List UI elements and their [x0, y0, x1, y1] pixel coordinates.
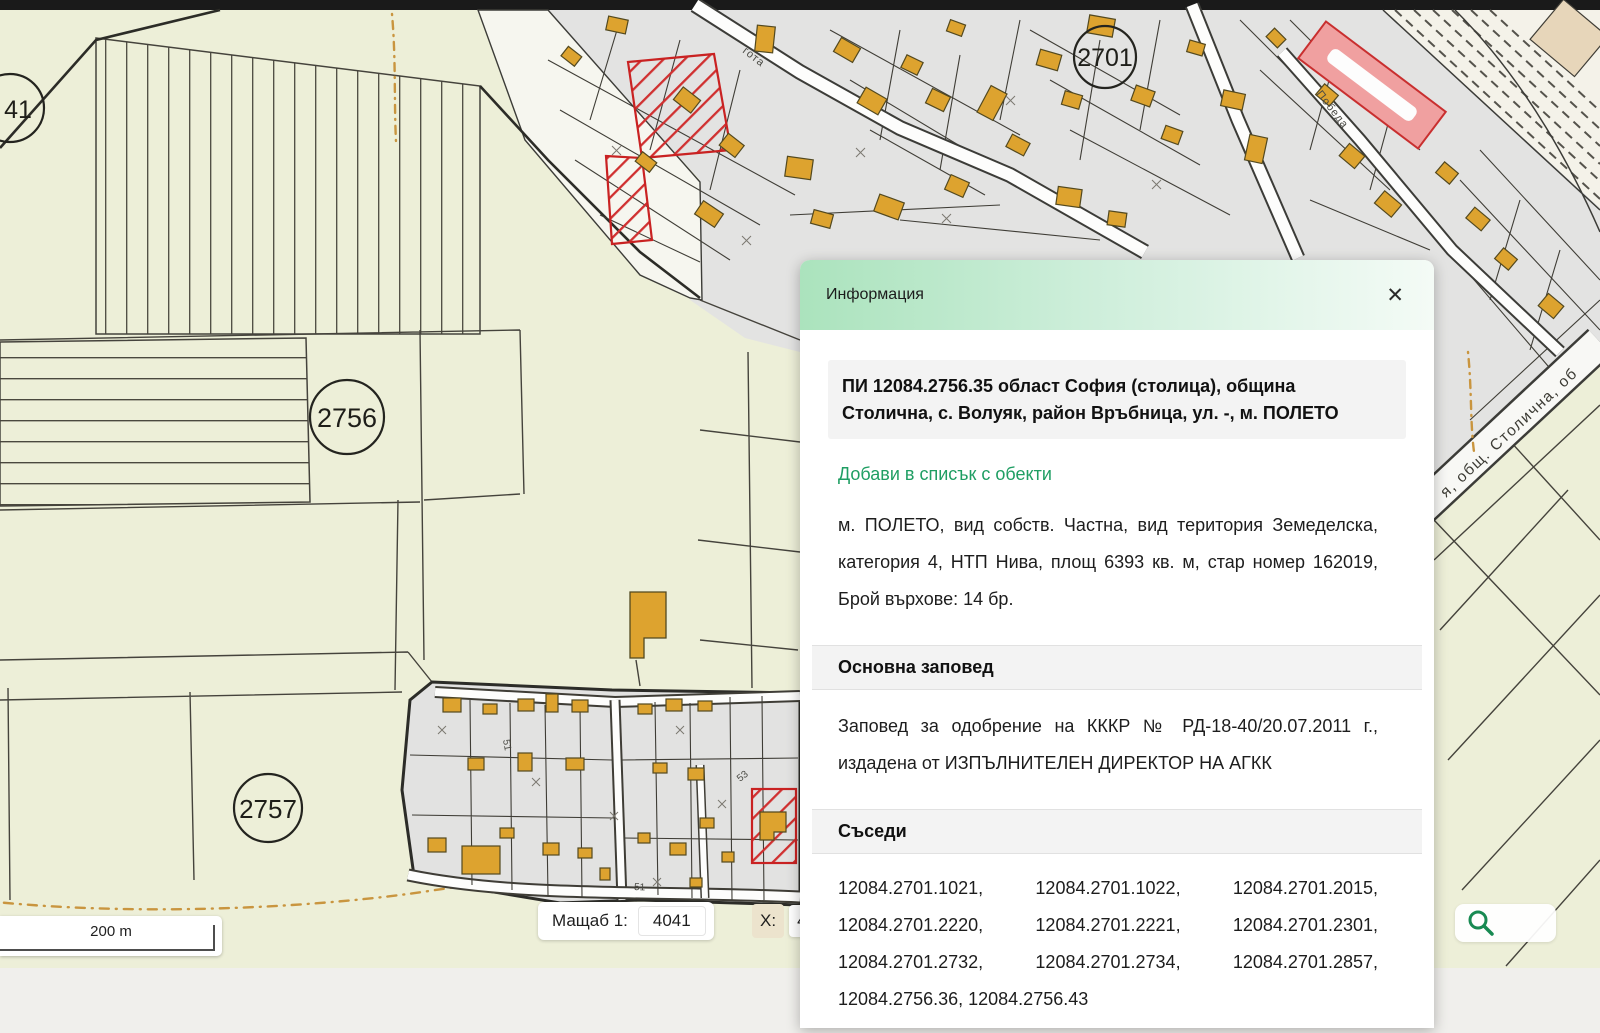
scale-label: Мащаб 1:: [552, 911, 628, 931]
search-icon: [1466, 908, 1496, 938]
scale-widget: Мащаб 1: 4041: [538, 902, 714, 940]
object-description: м. ПОЛЕТО, вид собств. Частна, вид терит…: [838, 507, 1378, 618]
search-button[interactable]: [1455, 904, 1556, 942]
info-panel: Информация ✕ ПИ 12084.2756.35 област Соф…: [800, 260, 1434, 1028]
object-title: ПИ 12084.2756.35 област София (столица),…: [828, 360, 1406, 439]
info-panel-body: ПИ 12084.2756.35 област София (столица),…: [800, 330, 1434, 1028]
order-text: Заповед за одобрение на КККР № РД-18-40/…: [838, 708, 1378, 782]
top-dark-strip: [0, 0, 1600, 10]
street-number-51: 51: [634, 882, 646, 893]
section-heading-neighbors: Съседи: [812, 809, 1422, 854]
neighbors-list: 12084.2701.1021, 12084.2701.1022, 12084.…: [838, 870, 1378, 1018]
panel-title: Информация: [826, 286, 924, 304]
selected-parcel[interactable]: [752, 789, 796, 863]
parcel-label-2701[interactable]: 2701: [1077, 44, 1133, 72]
parcel-label-2757[interactable]: 2757: [239, 794, 297, 824]
section-heading-order: Основна заповед: [812, 645, 1422, 690]
strip-fields-horizontal: [0, 338, 310, 506]
parcel-label-2756[interactable]: 2756: [317, 403, 377, 433]
scale-bar-label: 200 m: [0, 923, 222, 940]
scale-value-input[interactable]: 4041: [638, 906, 706, 936]
add-to-list-link[interactable]: Добави в списък с обекти: [838, 464, 1052, 485]
close-icon[interactable]: ✕: [1382, 281, 1408, 310]
strip-fields-vertical: [96, 38, 480, 334]
parcel-label-41[interactable]: 41: [4, 96, 32, 124]
x-coordinate-label: X:: [752, 904, 784, 938]
info-panel-header: Информация ✕: [800, 260, 1434, 330]
scale-bar: 200 m: [0, 916, 222, 956]
